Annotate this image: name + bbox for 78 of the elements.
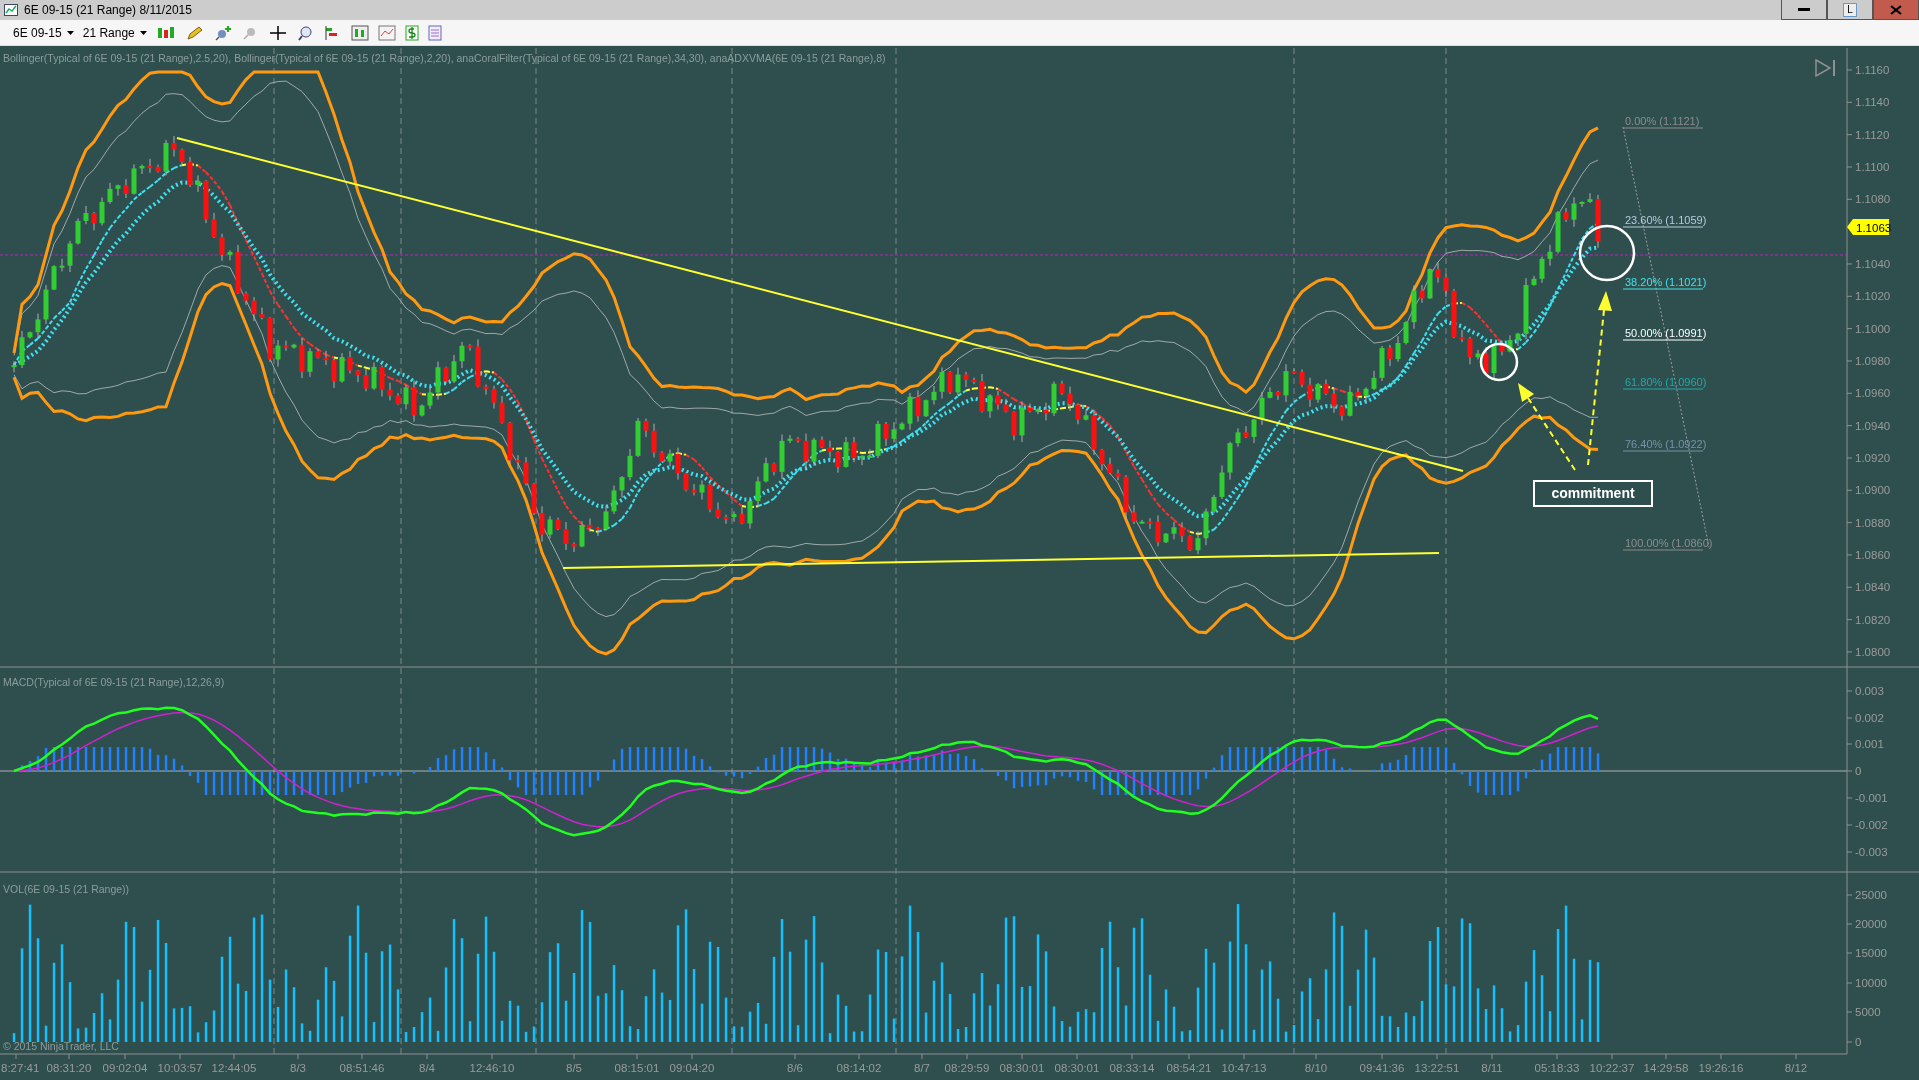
fibonacci-label: 50.00% (1.0991) bbox=[1625, 327, 1707, 339]
fibonacci-label: 61.80% (1.0960) bbox=[1625, 376, 1707, 388]
time-axis-label: 08:30:01 bbox=[1054, 1062, 1100, 1074]
period-dropdown[interactable]: 21 Range bbox=[79, 21, 150, 44]
instrument-dropdown[interactable]: 6E 09-15 bbox=[10, 21, 77, 44]
indicator-legend: Bollinger(Typical of 6E 09-15 (21 Range),2.5,20), Bollinger(Typical of 6E 09-15 (21 Range),2,20), anaCoralFilter(Typical of 6E 09-15 (21 Range),34,30), anaADXVMA(6E 09-15 (21 Range),8) bbox=[3, 52, 886, 64]
time-axis-label: 05:18:33 bbox=[1534, 1062, 1580, 1074]
time-axis-label: 08:14:02 bbox=[836, 1062, 882, 1074]
price-axis-label: 1.1080 bbox=[1855, 193, 1891, 206]
price-axis-label: 1.0940 bbox=[1855, 419, 1891, 432]
volume-axis-label: 25000 bbox=[1855, 889, 1887, 901]
time-axis-label: 08:29:59 bbox=[944, 1062, 990, 1074]
macd-axis-label: 0.003 bbox=[1855, 685, 1884, 697]
time-axis-label: 10:22:37 bbox=[1589, 1062, 1635, 1074]
time-axis-label: 09:04:20 bbox=[669, 1062, 715, 1074]
time-axis-label: 08:15:01 bbox=[614, 1062, 660, 1074]
price-axis-label: 1.0980 bbox=[1855, 354, 1891, 367]
time-axis-label: 19:26:16 bbox=[1698, 1062, 1744, 1074]
time-axis-label: 08:54:21 bbox=[1166, 1062, 1212, 1074]
time-axis-label: 8/12 bbox=[1784, 1062, 1808, 1074]
time-axis-label: 08:33:14 bbox=[1109, 1062, 1155, 1074]
window-title: 6E 09-15 (21 Range) 8/11/2015 bbox=[24, 3, 193, 17]
fibonacci-label: 0.00% (1.1121) bbox=[1625, 115, 1700, 127]
volume-axis-label: 5000 bbox=[1855, 1006, 1881, 1018]
time-axis-label: 10:03:57 bbox=[157, 1062, 203, 1074]
price-axis-label: 1.0900 bbox=[1855, 484, 1891, 497]
price-axis-label: 1.0840 bbox=[1855, 581, 1891, 594]
letter-badge: L bbox=[1843, 2, 1857, 17]
macd-legend: MACD(Typical of 6E 09-15 (21 Range),12,26,9) bbox=[3, 676, 225, 688]
price-axis-label: 1.1000 bbox=[1855, 322, 1891, 335]
time-axis-label: 08:30:01 bbox=[999, 1062, 1045, 1074]
copyright-text: © 2015 NinjaTrader, LLC bbox=[3, 1040, 119, 1052]
macd-axis-label: -0.002 bbox=[1855, 819, 1888, 831]
fibonacci-label: 76.40% (1.0922) bbox=[1625, 438, 1707, 450]
time-axis-label: 8:27:41 bbox=[1, 1062, 40, 1074]
volume-axis-label: 20000 bbox=[1855, 918, 1887, 930]
time-axis-label: 10:47:13 bbox=[1221, 1062, 1267, 1074]
price-axis-label: 1.0920 bbox=[1855, 451, 1891, 464]
price-axis-label: 1.1020 bbox=[1855, 290, 1891, 303]
price-axis-label: 1.1160 bbox=[1855, 64, 1890, 76]
price-axis-label: 1.0860 bbox=[1855, 548, 1891, 561]
price-axis-label: 1.1040 bbox=[1855, 258, 1891, 270]
fibonacci-label: 38.20% (1.1021) bbox=[1625, 276, 1707, 288]
macd-axis-label: 0.002 bbox=[1855, 712, 1884, 724]
time-axis-label: 12:44:05 bbox=[211, 1062, 257, 1074]
macd-axis-label: 0 bbox=[1855, 765, 1862, 777]
fibonacci-label: 100.00% (1.0860) bbox=[1625, 537, 1713, 549]
time-axis-label: 14:29:58 bbox=[1643, 1062, 1689, 1074]
price-axis-label: 1.1120 bbox=[1855, 128, 1890, 141]
time-axis-label: 8/7 bbox=[914, 1062, 930, 1074]
fibonacci-label: 23.60% (1.1059) bbox=[1625, 214, 1707, 226]
price-axis-label: 1.0960 bbox=[1855, 387, 1891, 400]
volume-axis-label: 15000 bbox=[1855, 947, 1887, 959]
price-axis-label: 1.0820 bbox=[1855, 613, 1891, 626]
time-axis-label: 12:46:10 bbox=[469, 1062, 515, 1074]
price-axis-label: 1.1100 bbox=[1855, 161, 1890, 173]
restore-button[interactable]: L bbox=[1827, 0, 1873, 20]
volume-axis-label: 10000 bbox=[1855, 977, 1887, 989]
time-axis-label: 13:22:51 bbox=[1414, 1062, 1460, 1074]
macd-axis-label: -0.003 bbox=[1855, 846, 1888, 858]
time-axis-label: 8/10 bbox=[1304, 1062, 1328, 1074]
macd-axis-label: 0.001 bbox=[1855, 738, 1884, 750]
time-axis-label: 8/5 bbox=[566, 1062, 582, 1074]
time-axis-label: 08:31:20 bbox=[46, 1062, 92, 1074]
time-axis-label: 09:02:04 bbox=[102, 1062, 148, 1074]
time-axis-label: 8/3 bbox=[290, 1062, 306, 1074]
time-axis-label: 8/4 bbox=[419, 1062, 435, 1074]
volume-legend: VOL(6E 09-15 (21 Range)) bbox=[3, 883, 130, 895]
price-axis-label: 1.0880 bbox=[1855, 516, 1891, 529]
time-axis-label: 8/11 bbox=[1481, 1062, 1503, 1074]
time-axis-label: 09:41:36 bbox=[1359, 1062, 1405, 1074]
price-axis-label: 1.0800 bbox=[1855, 645, 1891, 658]
callout-text: commitment bbox=[1551, 485, 1635, 501]
time-axis-label: 08:51:46 bbox=[339, 1062, 385, 1074]
volume-axis-label: 0 bbox=[1855, 1036, 1862, 1048]
time-axis-label: 8/6 bbox=[787, 1062, 803, 1074]
price-axis-label: 1.1140 bbox=[1855, 96, 1890, 109]
macd-axis-label: -0.001 bbox=[1855, 792, 1888, 804]
